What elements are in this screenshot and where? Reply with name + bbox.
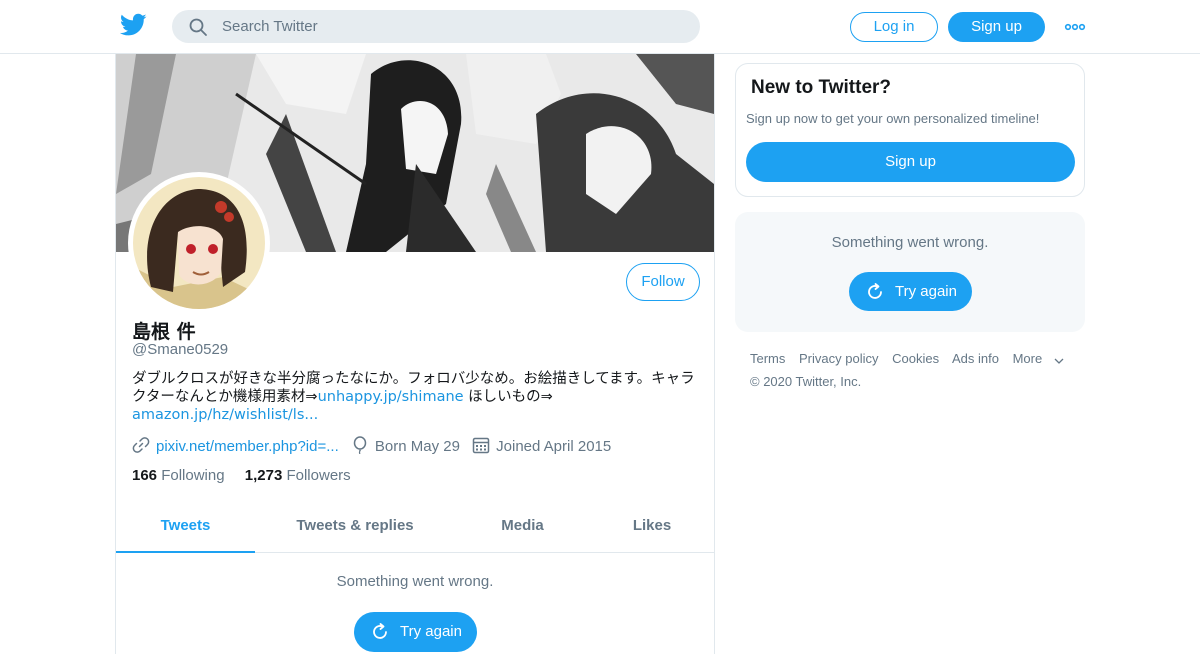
- following-link[interactable]: 166 Following: [132, 467, 225, 484]
- tab-tweets[interactable]: Tweets: [116, 506, 255, 553]
- link-icon: [132, 437, 150, 453]
- more-options-icon[interactable]: [1064, 17, 1086, 37]
- birthday-item: Born May 29: [351, 436, 460, 455]
- tab-tweets-replies[interactable]: Tweets & replies: [255, 506, 455, 553]
- footer-link-privacy[interactable]: Privacy policy: [799, 351, 878, 366]
- new-to-twitter-subtitle: Sign up now to get your own personalized…: [746, 111, 1040, 126]
- profile-column: Follow 島根 件 @Smane0529 ダブルクロスが好きな半分腐ったなに…: [115, 54, 715, 654]
- footer-more-label: More: [1012, 351, 1043, 366]
- tab-likes[interactable]: Likes: [590, 506, 714, 553]
- timeline-retry-label: Try again: [400, 623, 462, 640]
- login-button[interactable]: Log in: [850, 12, 938, 42]
- avatar-image: [133, 177, 265, 309]
- following-label: Following: [161, 467, 225, 484]
- balloon-icon: [353, 436, 367, 455]
- search-icon: [189, 18, 207, 36]
- profile-name: 島根 件: [132, 321, 196, 343]
- birthday-text: Born May 29: [374, 438, 460, 455]
- footer-link-ads-info[interactable]: Ads info: [952, 351, 999, 366]
- profile-tabs: Tweets Tweets & replies Media Likes: [116, 506, 714, 553]
- joined-text: Joined April 2015: [496, 438, 612, 455]
- footer-link-terms[interactable]: Terms: [750, 351, 785, 366]
- search-bar[interactable]: [172, 10, 700, 43]
- sidebar-retry-label: Try again: [895, 283, 957, 300]
- website-item[interactable]: pixiv.net/member.php?id=...: [132, 436, 339, 455]
- footer: Terms Privacy policy Cookies Ads info Mo…: [750, 351, 1090, 389]
- new-to-twitter-title: New to Twitter?: [751, 77, 892, 98]
- footer-copyright: © 2020 Twitter, Inc.: [750, 374, 862, 389]
- twitter-bird-icon[interactable]: [120, 13, 147, 37]
- chevron-down-icon: [1054, 358, 1064, 364]
- calendar-icon: [472, 437, 490, 454]
- followers-count: 1,273: [244, 467, 283, 484]
- sidebar-retry-button[interactable]: Try again: [849, 272, 972, 311]
- profile-handle: @Smane0529: [132, 341, 229, 358]
- refresh-icon: [868, 283, 882, 299]
- tab-media[interactable]: Media: [455, 506, 590, 553]
- new-to-twitter-card: New to Twitter? Sign up now to get your …: [735, 63, 1085, 197]
- signup-button[interactable]: Sign up: [948, 12, 1045, 42]
- bio-link-amazon[interactable]: amazon.jp/hz/wishlist/ls...: [132, 407, 318, 423]
- followers-label: Followers: [286, 467, 351, 484]
- followers-link[interactable]: 1,273 Followers: [245, 467, 351, 484]
- profile-avatar[interactable]: [128, 172, 270, 314]
- sidebar-error-card: Something went wrong. Try again: [735, 212, 1085, 332]
- timeline-retry-button[interactable]: Try again: [354, 612, 477, 652]
- following-count: 166: [132, 467, 158, 484]
- sidebar-signup-button[interactable]: Sign up: [746, 142, 1075, 182]
- footer-link-cookies[interactable]: Cookies: [892, 351, 939, 366]
- follow-counts: 166 Following 1,273 Followers: [132, 467, 351, 484]
- joined-item: Joined April 2015: [472, 436, 611, 455]
- top-bar: Log in Sign up: [0, 0, 1200, 54]
- follow-button[interactable]: Follow: [626, 263, 700, 301]
- timeline-error-message: Something went wrong.: [336, 573, 494, 590]
- profile-meta: pixiv.net/member.php?id=... Born May 29 …: [132, 436, 619, 458]
- footer-link-more[interactable]: More: [1013, 351, 1065, 366]
- bio-link-unhappy[interactable]: unhappy.jp/shimane: [318, 389, 464, 405]
- search-input[interactable]: [222, 10, 682, 43]
- profile-bio: ダブルクロスが好きな半分腐ったなにか。フォロバ少なめ。お絵描きしてます。キャラク…: [132, 370, 697, 424]
- refresh-icon: [373, 623, 387, 639]
- website-link[interactable]: pixiv.net/member.php?id=...: [156, 438, 339, 455]
- sidebar-error-message: Something went wrong.: [831, 234, 989, 251]
- bio-text-wishlist: ほしいもの⇒: [463, 389, 553, 405]
